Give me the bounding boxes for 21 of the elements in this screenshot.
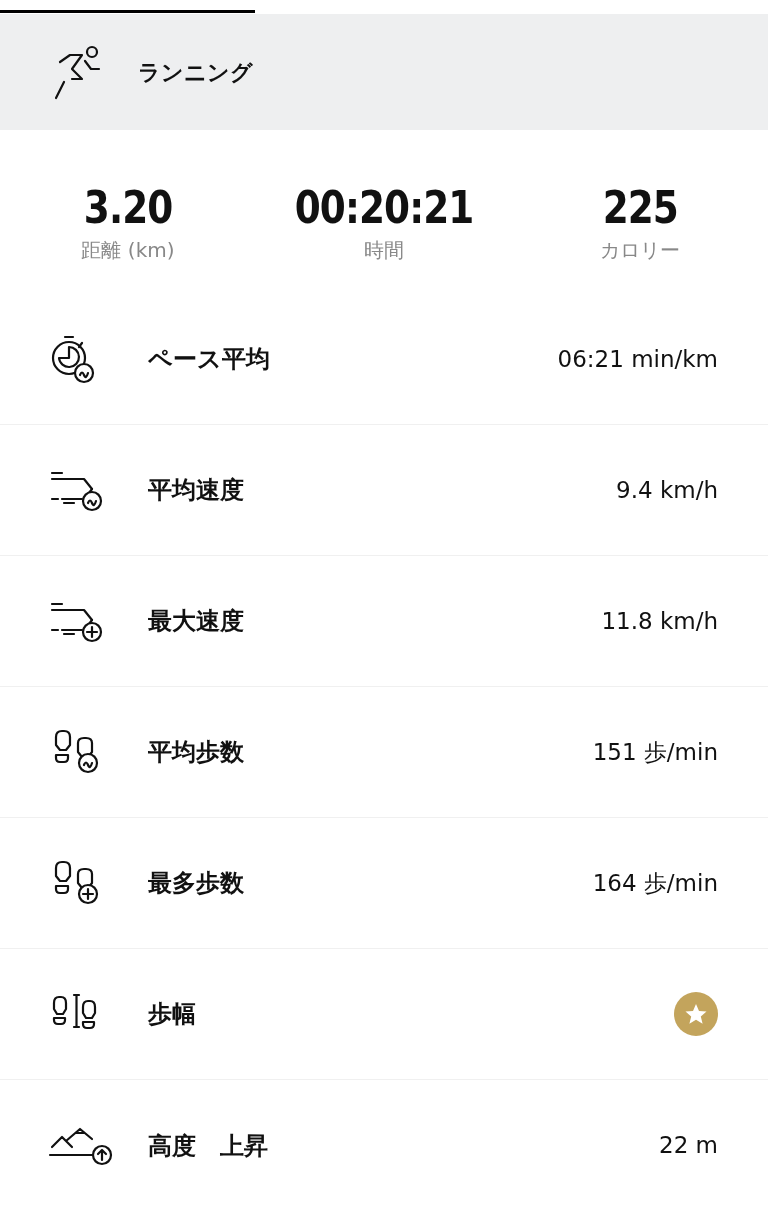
metric-label: 最多歩数 <box>148 868 245 899</box>
metric-label: 最大速度 <box>148 606 245 637</box>
metric-value: 9.4 km/h <box>616 475 718 505</box>
stat-label: カロリー <box>600 237 680 264</box>
metric-value: 22 m <box>659 1131 718 1161</box>
metric-label: 平均速度 <box>148 475 245 506</box>
metric-label: 歩幅 <box>148 999 197 1030</box>
metric-value: 06:21 min/km <box>557 344 718 374</box>
metric-value: 164 歩/min <box>592 868 718 898</box>
stat-label: 距離 (km) <box>81 237 175 264</box>
stat-value: 00:20:21 <box>294 181 474 235</box>
metric-label: 平均歩数 <box>148 737 245 768</box>
activity-title: ランニング <box>138 58 253 87</box>
metric-value: 151 歩/min <box>592 737 718 767</box>
stat-label: 時間 <box>364 237 404 264</box>
metric-value: 11.8 km/h <box>601 606 718 636</box>
metric-label: ペース平均 <box>148 344 271 375</box>
star-badge-icon <box>674 992 718 1036</box>
metric-label: 高度 上昇 <box>148 1130 269 1162</box>
stat-value: 3.20 <box>83 181 173 235</box>
stat-value: 225 <box>602 181 678 235</box>
